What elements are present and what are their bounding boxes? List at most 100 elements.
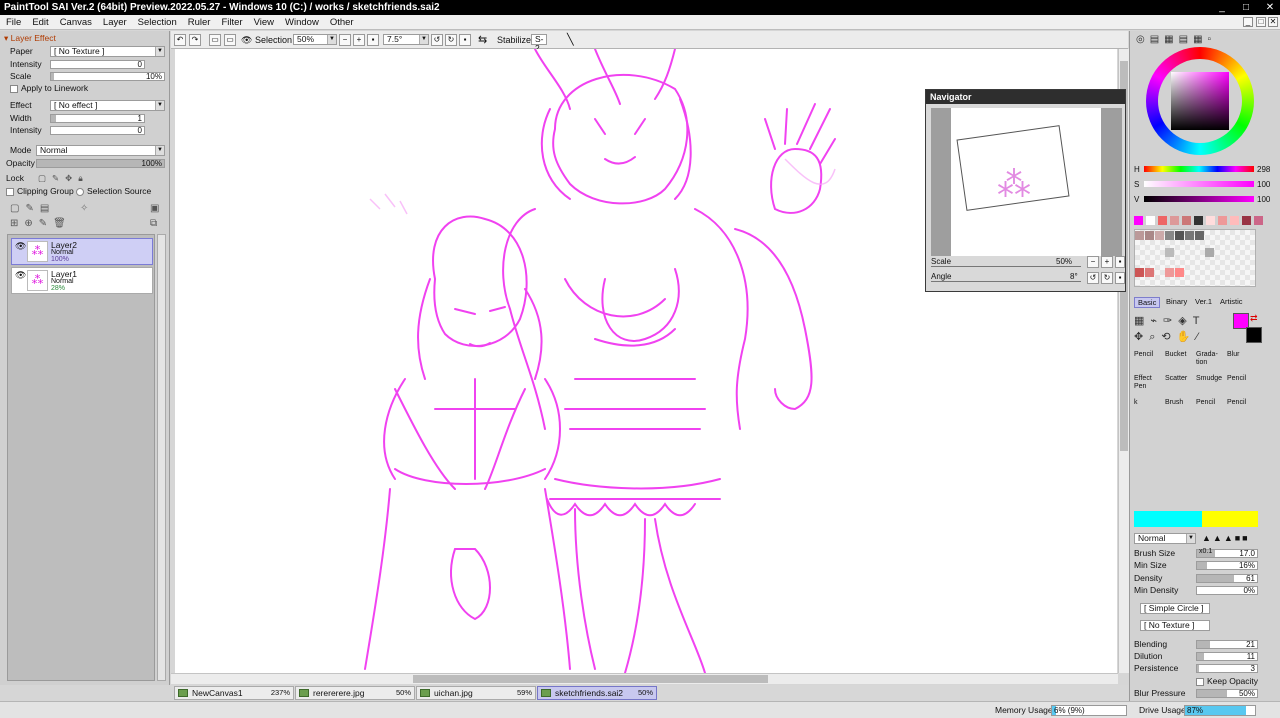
angle-dropdown[interactable]: 7.5° ▼	[383, 34, 429, 45]
selection-tools-row2[interactable]: ✥⌕⟲✋⁄	[1134, 330, 1204, 344]
menu-selection[interactable]: Selection	[132, 17, 182, 28]
menu-filter[interactable]: Filter	[215, 17, 247, 28]
menu-other[interactable]: Other	[324, 17, 359, 28]
width-slider[interactable]: 1	[50, 114, 145, 123]
navigator-scale-slider[interactable]	[931, 266, 1081, 267]
brush-size-multiplier[interactable]: x0.1	[1199, 548, 1212, 555]
menu-view[interactable]: View	[248, 17, 279, 28]
stabilizer-dropdown[interactable]: S-2	[531, 34, 547, 53]
menu-edit[interactable]: Edit	[26, 17, 53, 28]
hue-slider[interactable]	[1144, 166, 1254, 172]
color-wheel[interactable]	[1146, 47, 1254, 155]
flip-horizontal-icon[interactable]: ⇆	[478, 34, 487, 46]
intensity-slider[interactable]: 0	[50, 60, 145, 69]
tab-rerererere[interactable]: rerererere.jpg 50%	[295, 686, 415, 700]
blending-slider[interactable]: 21	[1196, 640, 1258, 649]
tab-artistic[interactable]: Artistic	[1220, 297, 1243, 306]
tool-gradation[interactable]: Grada-tion	[1196, 351, 1226, 373]
saturation-slider[interactable]	[1144, 181, 1254, 187]
tab-uichan[interactable]: uichan.jpg 59%	[416, 686, 536, 700]
selection-toggle[interactable]: 👁︎ Selection	[241, 34, 292, 46]
tool-pencil-3[interactable]: Pencil	[1196, 399, 1226, 421]
persistence-slider[interactable]: 3	[1196, 664, 1258, 673]
menu-ruler[interactable]: Ruler	[182, 17, 216, 28]
brush-blend-dropdown[interactable]: Normal ▼	[1134, 533, 1196, 544]
tab-newcanvas1[interactable]: NewCanvas1 237%	[174, 686, 294, 700]
navigator-rotate-left-icon[interactable]: ↺	[1087, 272, 1099, 284]
brush-shape-dropdown[interactable]: [ Simple Circle ]	[1140, 603, 1210, 614]
straight-line-icon[interactable]: ╲	[567, 34, 574, 46]
selection-source-checkbox[interactable]: Selection Source	[76, 186, 151, 197]
selection-tools-row1[interactable]: ▦⌁✑◈T	[1134, 314, 1205, 327]
rotate-reset-icon[interactable]: ▪	[459, 34, 471, 46]
keep-opacity-checkbox[interactable]: Keep Opacity	[1196, 676, 1258, 686]
value-slider[interactable]	[1144, 196, 1254, 202]
color-panel-mode-icons[interactable]: ◎▤▦▤▦▫	[1136, 34, 1216, 45]
tab-basic[interactable]: Basic	[1134, 297, 1161, 308]
layer-panel-menu-icon[interactable]: ⧉	[150, 218, 157, 229]
tab-binary[interactable]: Binary	[1166, 297, 1187, 306]
lock-icons[interactable]: ▢✎✥🔒︎	[38, 173, 89, 184]
zoom-out-icon[interactable]: −	[339, 34, 351, 46]
density-slider[interactable]: 61	[1196, 574, 1258, 583]
rotate-right-icon[interactable]: ↻	[445, 34, 457, 46]
min-density-slider[interactable]: 0%	[1196, 586, 1258, 595]
tool-brush[interactable]: Brush	[1165, 399, 1195, 421]
tool-pencil-4[interactable]: Pencil	[1227, 399, 1257, 421]
menu-window[interactable]: Window	[279, 17, 324, 28]
close-button[interactable]: ✕	[1260, 0, 1280, 15]
scale-slider[interactable]: 10%	[50, 72, 165, 81]
swatch-row[interactable]	[1134, 216, 1274, 226]
zoom-dropdown[interactable]: 50% ▼	[293, 34, 337, 45]
tab-ver1[interactable]: Ver.1	[1195, 297, 1212, 306]
opacity-slider[interactable]: 100%	[36, 159, 165, 168]
navigator-zoom-reset-icon[interactable]: ▪	[1115, 256, 1125, 268]
navigator-angle-slider[interactable]	[931, 281, 1081, 282]
scratch-swatches[interactable]	[1134, 229, 1256, 287]
effect-dropdown[interactable]: [ No effect ] ▼	[50, 100, 165, 111]
deselect-icon[interactable]: ▭	[209, 34, 221, 46]
mdi-restore-button[interactable]: □	[1256, 17, 1266, 27]
paper-dropdown[interactable]: [ No Texture ] ▼	[50, 46, 165, 57]
navigator-zoom-in-icon[interactable]: +	[1101, 256, 1113, 268]
dilution-slider[interactable]: 11	[1196, 652, 1258, 661]
tool-pencil[interactable]: Pencil	[1134, 351, 1164, 373]
tool-bucket[interactable]: Bucket	[1165, 351, 1195, 373]
tool-blur[interactable]: Blur	[1227, 351, 1257, 373]
tool-scatter[interactable]: Scatter	[1165, 375, 1195, 397]
eye-icon[interactable]: 👁︎	[15, 241, 26, 251]
menu-layer[interactable]: Layer	[97, 17, 132, 28]
canvas-horizontal-scrollbar[interactable]	[171, 673, 1118, 684]
minimize-button[interactable]: _	[1212, 0, 1232, 15]
layer-list-scrollbar[interactable]	[157, 234, 166, 681]
layer-effect-header[interactable]: ▾ Layer Effect	[4, 33, 56, 44]
apply-linework-checkbox[interactable]: Apply to Linework	[10, 83, 88, 94]
scrollbar-thumb[interactable]	[413, 675, 768, 683]
eye-icon[interactable]: 👁︎	[15, 270, 26, 280]
layer-item-layer2[interactable]: 👁︎ ⁂ Layer2 Normal 100%	[11, 238, 153, 265]
tab-sketchfriends[interactable]: sketchfriends.sai2 50%	[537, 686, 657, 700]
menu-canvas[interactable]: Canvas	[54, 17, 97, 28]
menu-file[interactable]: File	[0, 17, 26, 28]
tool-pencil-2[interactable]: Pencil	[1227, 375, 1257, 397]
blur-pressure-slider[interactable]: 50%	[1196, 689, 1258, 698]
invert-selection-icon[interactable]: ▭	[224, 34, 236, 46]
navigator-rotate-right-icon[interactable]: ↻	[1101, 272, 1113, 284]
maximize-button[interactable]: □	[1236, 0, 1256, 15]
mdi-close-button[interactable]: ✕	[1268, 17, 1278, 27]
mdi-minimize-button[interactable]: _	[1243, 17, 1253, 27]
sv-square[interactable]	[1171, 72, 1229, 130]
clipping-group-checkbox[interactable]: Clipping Group	[6, 186, 74, 197]
intensity2-slider[interactable]: 0	[50, 126, 145, 135]
redo-icon[interactable]: ↷	[189, 34, 201, 46]
min-size-slider[interactable]: 16%	[1196, 561, 1258, 570]
tool-effect-pen[interactable]: Effect Pen	[1134, 375, 1164, 397]
navigator-zoom-out-icon[interactable]: −	[1087, 256, 1099, 268]
brush-texture-dropdown[interactable]: [ No Texture ]	[1140, 620, 1210, 631]
navigator-preview[interactable]: ⁂	[931, 108, 1122, 256]
zoom-reset-icon[interactable]: ▪	[367, 34, 379, 46]
layer-buttons-row2[interactable]: ⊞⊕✎🗑︎	[10, 218, 72, 229]
rotate-left-icon[interactable]: ↺	[431, 34, 443, 46]
navigator-rotate-reset-icon[interactable]: ▪	[1115, 272, 1125, 284]
layer-item-layer1[interactable]: 👁︎ ⁂ Layer1 Normal 28%	[11, 267, 153, 294]
